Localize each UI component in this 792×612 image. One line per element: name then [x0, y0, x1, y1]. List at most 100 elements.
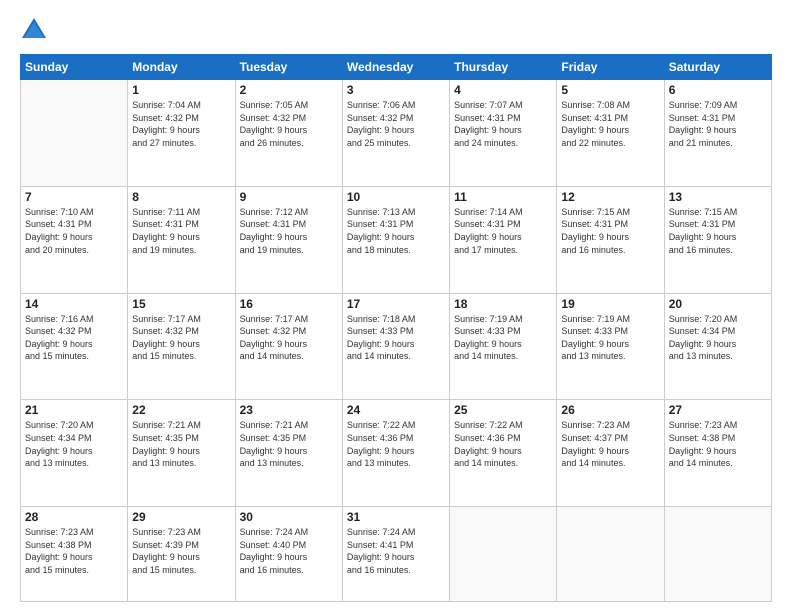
day-info: Sunrise: 7:24 AM Sunset: 4:40 PM Dayligh… [240, 526, 338, 576]
day-info: Sunrise: 7:18 AM Sunset: 4:33 PM Dayligh… [347, 313, 445, 363]
week-row-2: 7 Sunrise: 7:10 AM Sunset: 4:31 PM Daylig… [21, 186, 772, 293]
day-number: 4 [454, 83, 552, 97]
day-number: 26 [561, 403, 659, 417]
day-cell: 20 Sunrise: 7:20 AM Sunset: 4:34 PM Dayli… [664, 293, 771, 400]
calendar-table: SundayMondayTuesdayWednesdayThursdayFrid… [20, 54, 772, 602]
day-info: Sunrise: 7:09 AM Sunset: 4:31 PM Dayligh… [669, 99, 767, 149]
day-cell: 26 Sunrise: 7:23 AM Sunset: 4:37 PM Dayli… [557, 400, 664, 507]
day-cell: 22 Sunrise: 7:21 AM Sunset: 4:35 PM Dayli… [128, 400, 235, 507]
day-cell: 4 Sunrise: 7:07 AM Sunset: 4:31 PM Daylig… [450, 80, 557, 187]
day-cell: 27 Sunrise: 7:23 AM Sunset: 4:38 PM Dayli… [664, 400, 771, 507]
day-info: Sunrise: 7:11 AM Sunset: 4:31 PM Dayligh… [132, 206, 230, 256]
page: SundayMondayTuesdayWednesdayThursdayFrid… [0, 0, 792, 612]
day-number: 24 [347, 403, 445, 417]
day-info: Sunrise: 7:24 AM Sunset: 4:41 PM Dayligh… [347, 526, 445, 576]
day-number: 9 [240, 190, 338, 204]
header [20, 16, 772, 44]
day-number: 20 [669, 297, 767, 311]
day-cell: 29 Sunrise: 7:23 AM Sunset: 4:39 PM Dayli… [128, 507, 235, 602]
col-header-sunday: Sunday [21, 55, 128, 80]
day-cell: 21 Sunrise: 7:20 AM Sunset: 4:34 PM Dayli… [21, 400, 128, 507]
day-number: 3 [347, 83, 445, 97]
day-info: Sunrise: 7:07 AM Sunset: 4:31 PM Dayligh… [454, 99, 552, 149]
day-info: Sunrise: 7:21 AM Sunset: 4:35 PM Dayligh… [240, 419, 338, 469]
day-info: Sunrise: 7:15 AM Sunset: 4:31 PM Dayligh… [561, 206, 659, 256]
day-number: 12 [561, 190, 659, 204]
day-number: 17 [347, 297, 445, 311]
day-info: Sunrise: 7:20 AM Sunset: 4:34 PM Dayligh… [25, 419, 123, 469]
week-row-5: 28Sunrise: 7:23 AM Sunset: 4:38 PM Dayli… [21, 507, 772, 602]
day-cell: 7 Sunrise: 7:10 AM Sunset: 4:31 PM Daylig… [21, 186, 128, 293]
day-info: Sunrise: 7:05 AM Sunset: 4:32 PM Dayligh… [240, 99, 338, 149]
day-number: 27 [669, 403, 767, 417]
col-header-wednesday: Wednesday [342, 55, 449, 80]
day-info: Sunrise: 7:20 AM Sunset: 4:34 PM Dayligh… [669, 313, 767, 363]
day-number: 1 [132, 83, 230, 97]
day-cell: 18Sunrise: 7:19 AM Sunset: 4:33 PM Dayli… [450, 293, 557, 400]
day-cell: 5 Sunrise: 7:08 AM Sunset: 4:31 PM Daylig… [557, 80, 664, 187]
day-cell: 12 Sunrise: 7:15 AM Sunset: 4:31 PM Dayli… [557, 186, 664, 293]
day-number: 2 [240, 83, 338, 97]
day-cell: 3 Sunrise: 7:06 AM Sunset: 4:32 PM Daylig… [342, 80, 449, 187]
day-cell: 8Sunrise: 7:11 AM Sunset: 4:31 PM Daylig… [128, 186, 235, 293]
col-header-tuesday: Tuesday [235, 55, 342, 80]
day-info: Sunrise: 7:23 AM Sunset: 4:39 PM Dayligh… [132, 526, 230, 576]
day-cell: 11 Sunrise: 7:14 AM Sunset: 4:31 PM Dayli… [450, 186, 557, 293]
day-number: 22 [132, 403, 230, 417]
day-number: 29 [132, 510, 230, 524]
day-info: Sunrise: 7:23 AM Sunset: 4:37 PM Dayligh… [561, 419, 659, 469]
day-number: 5 [561, 83, 659, 97]
day-number: 16 [240, 297, 338, 311]
col-header-saturday: Saturday [664, 55, 771, 80]
day-number: 7 [25, 190, 123, 204]
day-cell: 28Sunrise: 7:23 AM Sunset: 4:38 PM Dayli… [21, 507, 128, 602]
day-cell: 31 Sunrise: 7:24 AM Sunset: 4:41 PM Dayli… [342, 507, 449, 602]
day-cell: 15Sunrise: 7:17 AM Sunset: 4:32 PM Dayli… [128, 293, 235, 400]
day-cell: 23 Sunrise: 7:21 AM Sunset: 4:35 PM Dayli… [235, 400, 342, 507]
day-info: Sunrise: 7:10 AM Sunset: 4:31 PM Dayligh… [25, 206, 123, 256]
day-info: Sunrise: 7:06 AM Sunset: 4:32 PM Dayligh… [347, 99, 445, 149]
day-info: Sunrise: 7:15 AM Sunset: 4:31 PM Dayligh… [669, 206, 767, 256]
day-cell: 24 Sunrise: 7:22 AM Sunset: 4:36 PM Dayli… [342, 400, 449, 507]
day-cell [21, 80, 128, 187]
day-info: Sunrise: 7:14 AM Sunset: 4:31 PM Dayligh… [454, 206, 552, 256]
day-info: Sunrise: 7:13 AM Sunset: 4:31 PM Dayligh… [347, 206, 445, 256]
day-number: 15 [132, 297, 230, 311]
col-header-thursday: Thursday [450, 55, 557, 80]
day-cell: 17 Sunrise: 7:18 AM Sunset: 4:33 PM Dayli… [342, 293, 449, 400]
day-cell: 13Sunrise: 7:15 AM Sunset: 4:31 PM Dayli… [664, 186, 771, 293]
day-number: 25 [454, 403, 552, 417]
day-number: 14 [25, 297, 123, 311]
day-number: 21 [25, 403, 123, 417]
day-info: Sunrise: 7:23 AM Sunset: 4:38 PM Dayligh… [25, 526, 123, 576]
day-number: 23 [240, 403, 338, 417]
logo [20, 16, 52, 44]
day-cell: 1 Sunrise: 7:04 AM Sunset: 4:32 PM Daylig… [128, 80, 235, 187]
header-row: SundayMondayTuesdayWednesdayThursdayFrid… [21, 55, 772, 80]
day-number: 11 [454, 190, 552, 204]
day-number: 31 [347, 510, 445, 524]
day-cell [557, 507, 664, 602]
day-info: Sunrise: 7:23 AM Sunset: 4:38 PM Dayligh… [669, 419, 767, 469]
week-row-3: 14 Sunrise: 7:16 AM Sunset: 4:32 PM Dayli… [21, 293, 772, 400]
day-cell: 2 Sunrise: 7:05 AM Sunset: 4:32 PM Daylig… [235, 80, 342, 187]
day-info: Sunrise: 7:21 AM Sunset: 4:35 PM Dayligh… [132, 419, 230, 469]
week-row-1: 1 Sunrise: 7:04 AM Sunset: 4:32 PM Daylig… [21, 80, 772, 187]
day-cell: 14 Sunrise: 7:16 AM Sunset: 4:32 PM Dayli… [21, 293, 128, 400]
day-number: 6 [669, 83, 767, 97]
day-info: Sunrise: 7:08 AM Sunset: 4:31 PM Dayligh… [561, 99, 659, 149]
col-header-monday: Monday [128, 55, 235, 80]
day-cell [664, 507, 771, 602]
day-cell: 10Sunrise: 7:13 AM Sunset: 4:31 PM Dayli… [342, 186, 449, 293]
day-info: Sunrise: 7:19 AM Sunset: 4:33 PM Dayligh… [454, 313, 552, 363]
day-info: Sunrise: 7:16 AM Sunset: 4:32 PM Dayligh… [25, 313, 123, 363]
day-info: Sunrise: 7:04 AM Sunset: 4:32 PM Dayligh… [132, 99, 230, 149]
day-info: Sunrise: 7:22 AM Sunset: 4:36 PM Dayligh… [347, 419, 445, 469]
logo-icon [20, 16, 48, 44]
day-cell: 19Sunrise: 7:19 AM Sunset: 4:33 PM Dayli… [557, 293, 664, 400]
day-cell [450, 507, 557, 602]
day-info: Sunrise: 7:17 AM Sunset: 4:32 PM Dayligh… [240, 313, 338, 363]
day-cell: 25Sunrise: 7:22 AM Sunset: 4:36 PM Dayli… [450, 400, 557, 507]
col-header-friday: Friday [557, 55, 664, 80]
day-info: Sunrise: 7:12 AM Sunset: 4:31 PM Dayligh… [240, 206, 338, 256]
